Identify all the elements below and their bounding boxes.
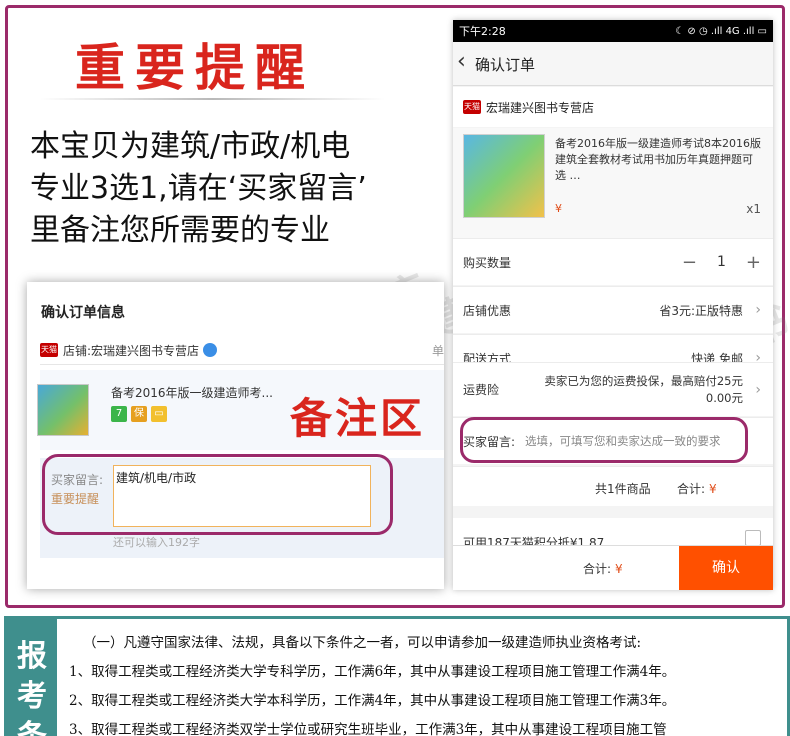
shop-discount-value: 省3元:正版特惠 [659, 303, 743, 318]
tmall-icon: 天猫 [463, 100, 481, 114]
product-row[interactable]: 备考2016年版一级建造师考试8本2016版建筑全套教材考试用书加历年真题押题可… [453, 128, 773, 238]
requirement-item: 1、取得工程类或工程经济类大学专科学历，工作满6年，其中从事建设工程项目施工管理… [69, 664, 676, 680]
guarantee-icon: 保 [131, 406, 147, 422]
purchase-quantity-label: 购买数量 [463, 255, 512, 270]
shipping-insurance-label: 运费险 [463, 383, 500, 397]
insurance-line: 0.00元 [705, 390, 743, 405]
checkout-total-value: ¥ [615, 562, 623, 576]
product-name: 备考2016年版一级建造师考试8本2016版建筑全套教材考试用书加历年真题押题可… [555, 137, 761, 182]
shipping-insurance-row[interactable]: 运费险 卖家已为您的运费投保，最高赔付25元 0.00元 › [453, 362, 773, 416]
product-quantity: x1 [746, 202, 761, 216]
shop-discount-row[interactable]: 店铺优惠 省3元:正版特惠 › [453, 286, 773, 333]
highlight-circle [42, 454, 393, 535]
back-chevron-icon[interactable]: ‹ [457, 51, 466, 73]
page-root: 重要提醒 本宝贝为建筑/市政/机电 专业3选1,请在‘买家留言’ 里备注您所需要… [0, 0, 790, 736]
phone-screenshot: 下午2:28 ☾ ⊘ ◷ .ıll 4G .ıll ▭ ‹ 确认订单 天猫 宏瑞… [453, 20, 773, 590]
checkout-total: 合计: ¥ [583, 560, 623, 577]
requirements-panel: 报考条 （一）凡遵守国家法律、法规，具备以下条件之一者，可以申请参加一级建造师执… [4, 616, 790, 736]
product-price: ¥ [555, 202, 562, 215]
credit-card-icon: ▭ [151, 406, 167, 422]
important-reminder-title: 重要提醒 [75, 38, 315, 97]
confirm-button[interactable]: 确认 [679, 546, 773, 590]
checkout-total-label: 合计: [583, 562, 612, 576]
tmall-icon: 天猫 [40, 343, 58, 357]
minus-button[interactable]: − [682, 252, 697, 273]
service-icons: 7 保 ▭ [111, 406, 167, 422]
seven-day-return-icon: 7 [111, 406, 127, 422]
summary-total-label: 合计: [677, 482, 706, 496]
order-info-header: 确认订单信息 [41, 305, 125, 321]
notice-line: 专业3选1,请在‘买家留言’ [30, 171, 367, 206]
item-count: 共1件商品 [595, 482, 651, 496]
chevron-right-icon: › [755, 302, 761, 318]
requirements-side-label: 报考条 [7, 619, 57, 736]
purchase-quantity-row: 购买数量 − 1 + [453, 238, 773, 285]
requirements-intro: （一）凡遵守国家法律、法规，具备以下条件之一者，可以申请参加一级建造师执业资格考… [83, 635, 642, 651]
order-summary-row: 共1件商品 合计: ¥ [453, 466, 773, 506]
summary-total: 合计: ¥ [677, 480, 717, 497]
notice-line: 本宝贝为建筑/市政/机电 [30, 129, 351, 164]
shop-discount-label: 店铺优惠 [463, 303, 512, 318]
status-time: 下午2:28 [459, 25, 506, 38]
chevron-right-icon: › [755, 381, 761, 398]
quantity-stepper: − 1 + [682, 252, 761, 273]
nav-bar: ‹ 确认订单 [453, 42, 773, 86]
shop-name[interactable]: 宏瑞建兴图书专营店 [91, 342, 199, 359]
insurance-line: 卖家已为您的运费投保，最高赔付25元 [544, 373, 743, 388]
item-title[interactable]: 备考2016年版一级建造师考... [111, 384, 273, 401]
side-char: 报考条 [17, 639, 47, 736]
highlight-circle [460, 417, 748, 463]
nav-title: 确认订单 [475, 56, 536, 74]
requirement-item: 3、取得工程类或工程经济类双学士学位或研究生班毕业，工作满3年，其中从事建设工程… [69, 722, 667, 736]
points-checkbox[interactable] [745, 530, 761, 546]
status-bar: 下午2:28 ☾ ⊘ ◷ .ıll 4G .ıll ▭ [453, 20, 773, 42]
remaining-chars: 还可以输入192字 [113, 536, 200, 549]
product-thumbnail[interactable] [37, 384, 89, 436]
notice-text: 本宝贝为建筑/市政/机电 专业3选1,请在‘买家留言’ 里备注您所需要的专业 [30, 126, 440, 252]
shop-prefix: 店铺: [63, 343, 92, 358]
plus-button[interactable]: + [746, 252, 761, 273]
quantity-value[interactable]: 1 [717, 254, 726, 270]
summary-total-value: ¥ [709, 482, 717, 496]
notice-line: 里备注您所需要的专业 [30, 213, 330, 248]
requirements-text: （一）凡遵守国家法律、法规，具备以下条件之一者，可以申请参加一级建造师执业资格考… [69, 629, 789, 736]
unit-price-label: 单 [431, 344, 444, 358]
product-thumbnail[interactable] [463, 134, 545, 218]
title-divider [40, 98, 385, 100]
shipping-insurance-value: 卖家已为您的运费投保，最高赔付25元 0.00元 [499, 373, 743, 407]
phone-shop-name[interactable]: 宏瑞建兴图书专营店 [486, 99, 594, 116]
remark-area-label: 备注区 [290, 394, 426, 443]
shop-row: 天猫 店铺: 宏瑞建兴图书专营店 [40, 340, 444, 360]
status-icons: ☾ ⊘ ◷ .ıll 4G .ıll ▭ [675, 25, 767, 37]
wangwang-icon[interactable] [203, 343, 218, 357]
checkout-bar: 合计: ¥ 确认 [453, 545, 773, 590]
requirement-item: 2、取得工程类或工程经济类大学本科学历，工作满4年，其中从事建设工程项目施工管理… [69, 693, 676, 709]
divider [40, 364, 444, 365]
phone-shop-row[interactable]: 天猫 宏瑞建兴图书专营店 [453, 87, 773, 127]
